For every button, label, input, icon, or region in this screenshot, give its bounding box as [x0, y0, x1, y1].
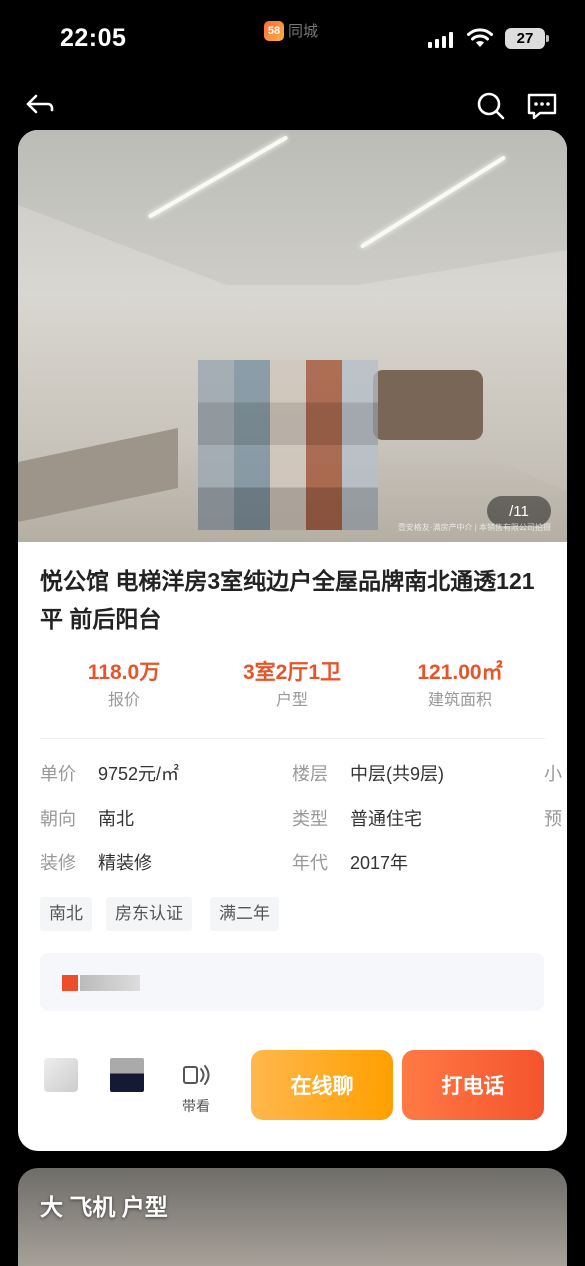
- attr-orientation-value: 南北: [98, 809, 134, 829]
- wifi-icon: [467, 28, 493, 47]
- photo-credit: 壹安格友·满房产中介 | 本销售有限公司拍摄: [397, 523, 551, 532]
- tag-orientation: 南北: [40, 897, 92, 931]
- cellular-signal-icon: [428, 32, 453, 48]
- status-bar: 22:05 58 同城 27: [0, 0, 585, 76]
- next-listing-card[interactable]: 大 飞机 户型: [18, 1168, 567, 1266]
- attr-col3-row1: 小: [544, 764, 562, 784]
- listing-stats: 118.0万 报价 3室2厅1卫 户型 121.00㎡ 建筑面积: [18, 658, 567, 722]
- status-app-indicator: 58 同城: [264, 20, 318, 41]
- stat-area: 121.00㎡ 建筑面积: [380, 658, 540, 714]
- status-app-name: 同城: [288, 23, 319, 40]
- attr-unit-price-label: 单价: [40, 764, 76, 784]
- stat-layout-label: 户型: [275, 692, 308, 709]
- attr-year-label: 年代: [292, 853, 328, 873]
- status-time: 22:05: [60, 24, 127, 52]
- call-button[interactable]: 打电话: [402, 1050, 544, 1120]
- battery-icon: 27: [505, 28, 549, 49]
- search-icon[interactable]: [475, 90, 507, 122]
- photo-sofa: [373, 370, 483, 440]
- stat-area-value: 121.00㎡: [417, 661, 503, 684]
- next-listing-title: 大 飞机 户型: [40, 1194, 168, 1220]
- location-text-blurred: [80, 975, 140, 991]
- tag-two-years: 满二年: [210, 897, 279, 931]
- stat-layout: 3室2厅1卫 户型: [212, 658, 372, 714]
- stat-price-value: 118.0万: [87, 661, 161, 684]
- location-info-bar[interactable]: [40, 953, 544, 1011]
- stat-layout-value: 3室2厅1卫: [242, 661, 342, 684]
- view-label: 带看: [182, 1098, 210, 1114]
- attr-decoration-label: 装修: [40, 853, 76, 873]
- attr-floor-value: 中层(共9层): [350, 764, 444, 784]
- favorite-icon-blurred[interactable]: [110, 1058, 144, 1092]
- stat-area-label: 建筑面积: [427, 692, 492, 709]
- action-bar: 带看 在线聊 打电话: [18, 1040, 567, 1130]
- listing-photo[interactable]: /11 壹安格友·满房产中介 | 本销售有限公司拍摄: [18, 130, 567, 542]
- photo-mosaic-blur: [198, 360, 378, 530]
- attr-type-value: 普通住宅: [350, 809, 422, 829]
- stat-price-label: 报价: [107, 692, 140, 709]
- attr-type-label: 类型: [292, 809, 328, 829]
- listing-title: 悦公馆 电梯洋房3室纯边户全屋品牌南北通透121平 前后阳台: [40, 568, 535, 632]
- video-view-icon[interactable]: [178, 1058, 212, 1092]
- back-arrow-icon[interactable]: [24, 90, 56, 122]
- stat-price: 118.0万 报价: [44, 658, 204, 714]
- attr-orientation-label: 朝向: [40, 809, 76, 829]
- listing-card: /11 壹安格友·满房产中介 | 本销售有限公司拍摄 悦公馆 电梯洋房3室纯边户…: [18, 130, 567, 1151]
- attr-unit-price-value: 9752元/㎡: [98, 764, 180, 784]
- app-badge-icon: 58: [264, 20, 284, 41]
- divider: [40, 738, 545, 739]
- attr-col3-row2: 预: [544, 809, 562, 829]
- tag-owner-verified: 房东认证: [106, 897, 192, 931]
- attr-floor-label: 楼层: [292, 764, 328, 784]
- online-chat-button[interactable]: 在线聊: [251, 1050, 393, 1120]
- attr-year-value: 2017年: [350, 853, 409, 873]
- attr-decoration-value: 精装修: [98, 853, 152, 873]
- chat-bubble-icon[interactable]: [526, 90, 558, 122]
- location-icon: [62, 975, 78, 991]
- agent-avatar-blurred[interactable]: [44, 1058, 78, 1092]
